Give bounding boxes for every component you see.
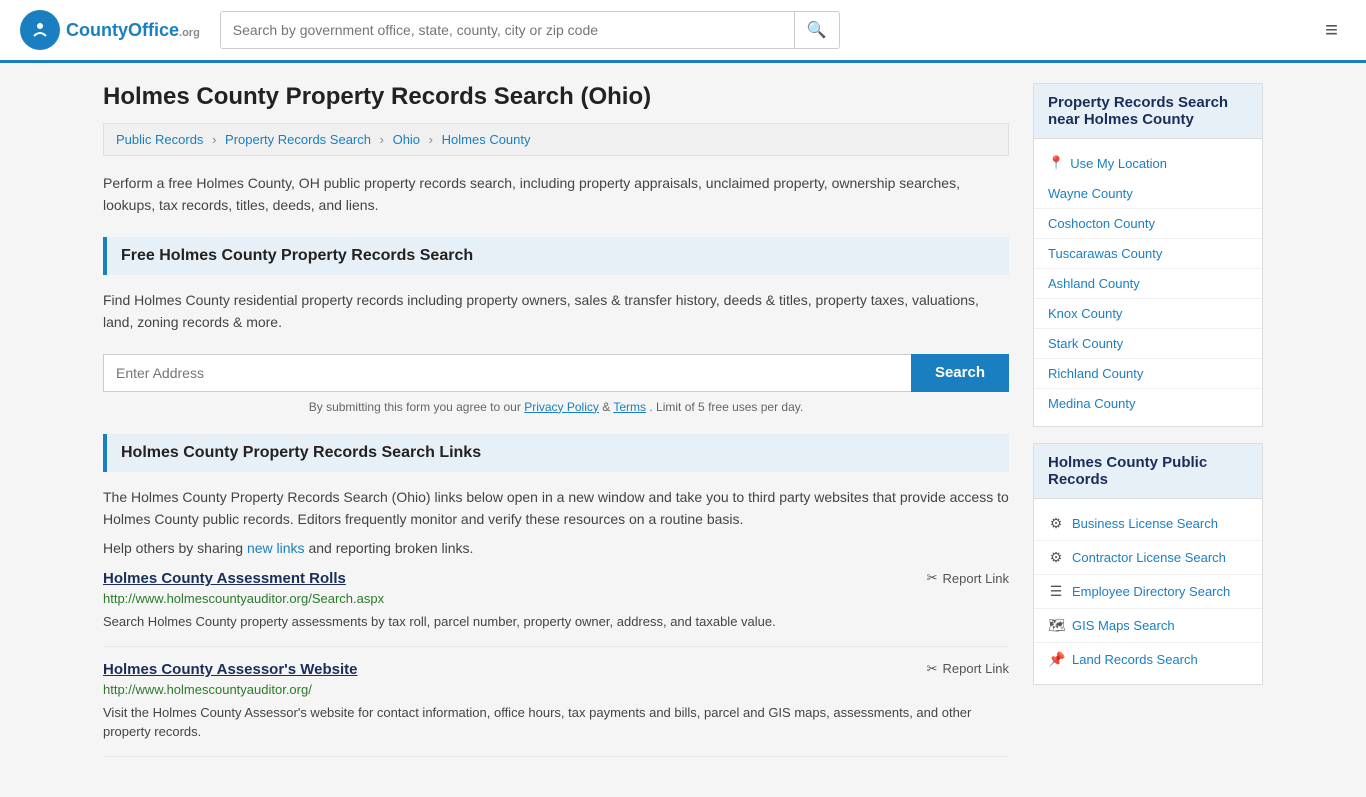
nearby-ashland-county[interactable]: Ashland County	[1034, 269, 1262, 299]
links-section-header: Holmes County Property Records Search Li…	[103, 434, 1009, 472]
sidebar: Property Records Search near Holmes Coun…	[1033, 83, 1263, 777]
link-desc-assessment: Search Holmes County property assessment…	[103, 612, 1009, 632]
nearby-tuscarawas-county[interactable]: Tuscarawas County	[1034, 239, 1262, 269]
employee-directory-search-link[interactable]: ☰ Employee Directory Search	[1034, 575, 1262, 609]
land-records-search-link[interactable]: 📌 Land Records Search	[1034, 643, 1262, 676]
report-link-icon-1: ✂	[927, 570, 938, 586]
links-section: Holmes County Property Records Search Li…	[103, 434, 1009, 757]
breadcrumb: Public Records › Property Records Search…	[103, 123, 1009, 156]
nearby-content: 📍 Use My Location Wayne County Coshocton…	[1034, 139, 1262, 426]
page-title: Holmes County Property Records Search (O…	[103, 83, 1009, 111]
logo-text: CountyOffice.org	[66, 20, 200, 41]
nearby-stark-county[interactable]: Stark County	[1034, 329, 1262, 359]
nearby-counties-box: Property Records Search near Holmes Coun…	[1033, 83, 1263, 427]
link-desc-assessor: Visit the Holmes County Assessor's websi…	[103, 703, 1009, 742]
public-records-content: ⚙ Business License Search ⚙ Contractor L…	[1034, 499, 1262, 684]
breadcrumb-holmes-county[interactable]: Holmes County	[442, 132, 531, 147]
link-title-assessment[interactable]: Holmes County Assessment Rolls	[103, 570, 346, 587]
link-item-assessor: Holmes County Assessor's Website ✂ Repor…	[103, 661, 1009, 757]
free-search-header: Free Holmes County Property Records Sear…	[103, 237, 1009, 275]
global-search-bar: 🔍	[220, 11, 840, 49]
breadcrumb-public-records[interactable]: Public Records	[116, 132, 203, 147]
nearby-coshocton-county[interactable]: Coshocton County	[1034, 209, 1262, 239]
links-intro: The Holmes County Property Records Searc…	[103, 486, 1009, 531]
contractor-license-search-link[interactable]: ⚙ Contractor License Search	[1034, 541, 1262, 575]
privacy-policy-link[interactable]: Privacy Policy	[524, 400, 599, 414]
page-wrapper: Holmes County Property Records Search (O…	[83, 63, 1283, 797]
nearby-medina-county[interactable]: Medina County	[1034, 389, 1262, 418]
free-search-section: Free Holmes County Property Records Sear…	[103, 237, 1009, 414]
logo-icon	[20, 10, 60, 50]
new-links-link[interactable]: new links	[247, 540, 305, 556]
address-input[interactable]	[103, 354, 911, 392]
search-icon: 🔍	[807, 22, 827, 39]
nearby-header: Property Records Search near Holmes Coun…	[1034, 84, 1262, 139]
report-link-button-1[interactable]: ✂ Report Link	[927, 570, 1009, 586]
link-url-assessment[interactable]: http://www.holmescountyauditor.org/Searc…	[103, 591, 1009, 606]
nearby-wayne-county[interactable]: Wayne County	[1034, 179, 1262, 209]
employee-directory-icon: ☰	[1048, 583, 1064, 600]
gis-maps-search-link[interactable]: 🗺 GIS Maps Search	[1034, 609, 1262, 643]
main-content: Holmes County Property Records Search (O…	[103, 83, 1009, 777]
nearby-richland-county[interactable]: Richland County	[1034, 359, 1262, 389]
contractor-license-icon: ⚙	[1048, 549, 1064, 566]
link-item-assessment-rolls: Holmes County Assessment Rolls ✂ Report …	[103, 570, 1009, 647]
gis-maps-icon: 🗺	[1048, 617, 1064, 634]
logo[interactable]: CountyOffice.org	[20, 10, 200, 50]
terms-link[interactable]: Terms	[613, 400, 646, 414]
report-link-button-2[interactable]: ✂ Report Link	[927, 661, 1009, 677]
intro-text: Perform a free Holmes County, OH public …	[103, 172, 1009, 217]
global-search-button[interactable]: 🔍	[794, 12, 839, 48]
search-button[interactable]: Search	[911, 354, 1009, 392]
land-records-icon: 📌	[1048, 651, 1064, 668]
link-title-assessor[interactable]: Holmes County Assessor's Website	[103, 661, 357, 678]
public-records-header: Holmes County Public Records	[1034, 444, 1262, 499]
menu-icon[interactable]: ≡	[1317, 13, 1346, 47]
business-license-search-link[interactable]: ⚙ Business License Search	[1034, 507, 1262, 541]
link-url-assessor[interactable]: http://www.holmescountyauditor.org/	[103, 682, 1009, 697]
header: CountyOffice.org 🔍 ≡	[0, 0, 1366, 63]
use-my-location[interactable]: 📍 Use My Location	[1034, 147, 1262, 179]
breadcrumb-property-records[interactable]: Property Records Search	[225, 132, 371, 147]
form-disclaimer: By submitting this form you agree to our…	[103, 400, 1009, 414]
location-icon: 📍	[1048, 155, 1064, 171]
address-search-form: Search	[103, 354, 1009, 392]
global-search-input[interactable]	[221, 12, 794, 48]
free-search-description: Find Holmes County residential property …	[103, 289, 1009, 334]
public-records-box: Holmes County Public Records ⚙ Business …	[1033, 443, 1263, 685]
share-text: Help others by sharing new links and rep…	[103, 540, 1009, 556]
breadcrumb-ohio[interactable]: Ohio	[393, 132, 420, 147]
business-license-icon: ⚙	[1048, 515, 1064, 532]
report-link-icon-2: ✂	[927, 661, 938, 677]
nearby-knox-county[interactable]: Knox County	[1034, 299, 1262, 329]
